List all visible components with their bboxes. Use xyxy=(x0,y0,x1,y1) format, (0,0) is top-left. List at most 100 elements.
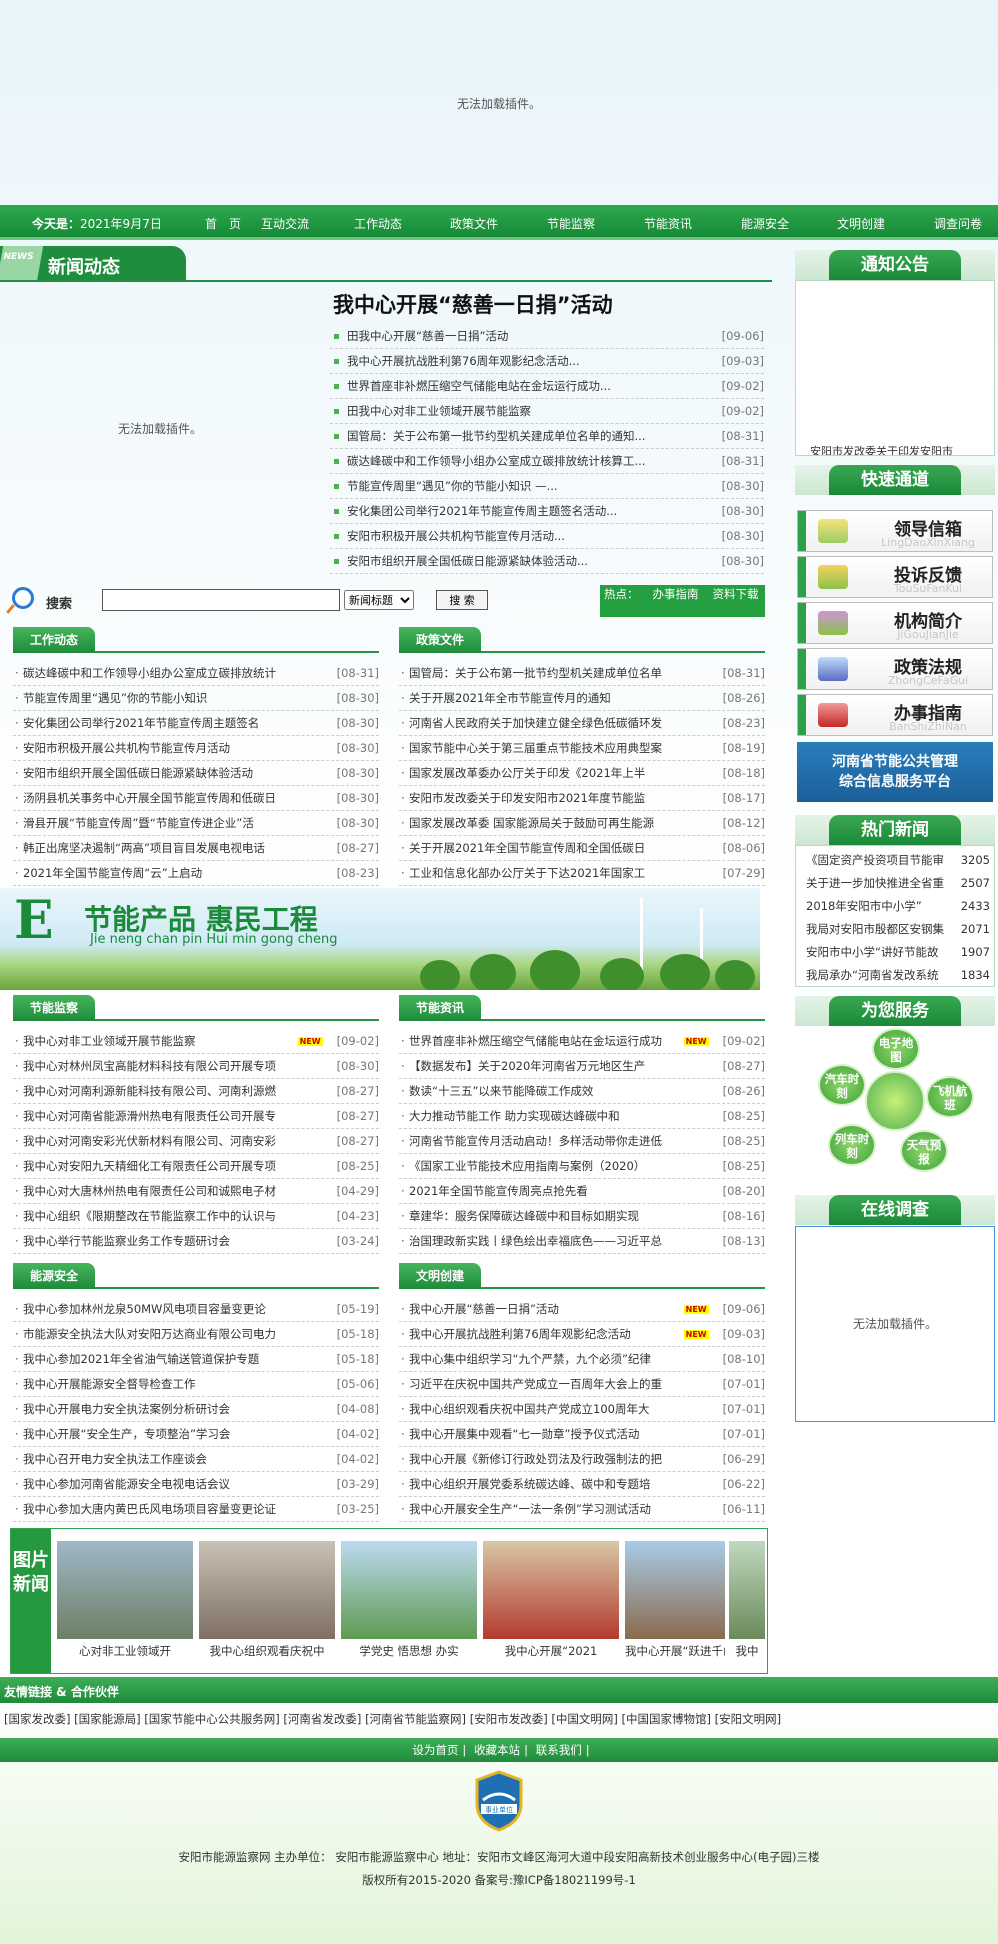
nav-civilization[interactable]: 文明创建 xyxy=(837,215,885,232)
nav-policy[interactable]: 政策文件 xyxy=(450,215,498,232)
list-item[interactable]: 碳达峰碳中和工作领导小组办公室成立碳排放统计核算工... [08-31] xyxy=(330,449,764,474)
list-item[interactable]: 田我中心对非工业领域开展节能监察 [09-02] xyxy=(330,399,764,424)
photo-caption[interactable]: 我中 xyxy=(729,1643,765,1659)
list-item[interactable]: 世界首座非补燃压缩空气储能电站在金坛运行成功... [09-02] xyxy=(330,374,764,399)
list-item[interactable]: · 数读“十三五”以来节能降碳工作成效 [08-26] xyxy=(399,1079,765,1104)
list-item[interactable]: · 河南省人民政府关于加快建立健全绿色低碳循环发 [08-23] xyxy=(399,711,765,736)
photo-caption[interactable]: 我中心组织观看庆祝中 xyxy=(199,1643,335,1659)
headline[interactable]: 我中心开展“慈善一日捐”活动 xyxy=(333,289,613,319)
list-item[interactable]: 我中心开展抗战胜利第76周年观影纪念活动... [09-03] xyxy=(330,349,764,374)
link-anyang-civilization[interactable]: [安阳文明网] xyxy=(715,1712,781,1726)
link-henan-inspection[interactable]: [河南省节能监察网] xyxy=(365,1712,466,1726)
list-item[interactable]: · 安阳市发改委关于印发安阳市2021年度节能监 [08-17] xyxy=(399,786,765,811)
list-item[interactable]: · 我中心举行节能监察业务工作专题研讨会 [03-24] xyxy=(13,1229,379,1254)
contact-link[interactable]: 联系我们 xyxy=(536,1738,582,1762)
institution-badge-icon[interactable]: 事业单位 xyxy=(473,1770,525,1832)
tab-inspection[interactable]: 节能监察 xyxy=(13,995,95,1021)
nav-home[interactable]: 首 页 xyxy=(205,215,241,232)
photo-thumb[interactable] xyxy=(729,1541,765,1639)
list-item[interactable]: · 我中心开展电力安全执法案例分析研讨会 [04-08] xyxy=(13,1397,379,1422)
list-item[interactable]: · 我中心对河南省能源滑州热电有限责任公司开展专 [08-27] xyxy=(13,1104,379,1129)
hot-news-item[interactable]: 关于进一步加快推进全省重 2507 xyxy=(796,871,994,894)
notice-item[interactable]: 安阳市发改委关于印发安阳市 xyxy=(810,443,980,455)
photo-caption[interactable]: 我中心开展“跃进千山 xyxy=(625,1643,725,1659)
list-item[interactable]: · 我中心组织观看庆祝中国共产党成立100周年大 [07-01] xyxy=(399,1397,765,1422)
org-intro-button[interactable]: 机构简介 JiGouJianJie xyxy=(797,602,993,644)
photo-caption[interactable]: 学党史 悟思想 办实 xyxy=(341,1643,477,1659)
list-item[interactable]: · 节能宣传周里“遇见”你的节能小知识 [08-30] xyxy=(13,686,379,711)
list-item[interactable]: 安阳市组织开展全国低碳日能源紧缺体验活动... [08-30] xyxy=(330,549,764,574)
link-museum[interactable]: [中国国家博物馆] xyxy=(621,1712,710,1726)
search-input[interactable] xyxy=(102,589,340,611)
tab-civilization[interactable]: 文明创建 xyxy=(399,1263,481,1289)
nav-inspection[interactable]: 节能监察 xyxy=(547,215,595,232)
photo-thumb[interactable] xyxy=(199,1541,335,1639)
list-item[interactable]: · 安化集团公司举行2021年节能宣传周主题签名 [08-30] xyxy=(13,711,379,736)
hot-news-item[interactable]: 《固定资产投资项目节能审 3205 xyxy=(796,848,994,871)
energy-product-banner[interactable]: E 节能产品 惠民工程 Jie neng chan pin Hui min go… xyxy=(0,888,760,990)
list-item[interactable]: · 我中心开展集中观看“七一勋章”授予仪式活动 [07-01] xyxy=(399,1422,765,1447)
hot-news-item[interactable]: 安阳市中小学“讲好节能故 1907 xyxy=(796,940,994,963)
link-energy-center[interactable]: [国家节能中心公共服务网] xyxy=(144,1712,279,1726)
list-item[interactable]: · 汤阴县机关事务中心开展全国节能宣传周和低碳日 [08-30] xyxy=(13,786,379,811)
link-nea[interactable]: [国家能源局] xyxy=(74,1712,140,1726)
tab-policy[interactable]: 政策文件 xyxy=(399,627,481,653)
leader-mailbox-button[interactable]: 领导信箱 LingDaoXinXiang xyxy=(797,510,993,552)
photo-thumb[interactable] xyxy=(483,1541,619,1639)
list-item[interactable]: · 我中心对河南安彩光伏新材料有限公司、河南安彩 [08-27] xyxy=(13,1129,379,1154)
service-guide-button[interactable]: 办事指南 BanShiZhiNan xyxy=(797,694,993,736)
nav-energy-info[interactable]: 节能资讯 xyxy=(644,215,692,232)
list-item[interactable]: · 章建华：服务保障碳达峰碳中和目标如期实现 [08-16] xyxy=(399,1204,765,1229)
link-henan-drc[interactable]: [河南省发改委] xyxy=(283,1712,361,1726)
service-weather[interactable]: 天气预报 xyxy=(900,1130,948,1172)
list-item[interactable]: 田我中心开展“慈善一日捐”活动 [09-06] xyxy=(330,324,764,349)
service-train[interactable]: 列车时刻 xyxy=(828,1124,876,1166)
list-item[interactable]: 安化集团公司举行2021年节能宣传周主题签名活动... [08-30] xyxy=(330,499,764,524)
hot-news-item[interactable]: 我局对安阳市殷都区安钢集 2071 xyxy=(796,917,994,940)
list-item[interactable]: · 我中心参加林州龙泉50MW风电项目容量变更论 [05-19] xyxy=(13,1297,379,1322)
list-item[interactable]: · 我中心对林州凤宝高能材料科技有限公司开展专项 [08-30] xyxy=(13,1054,379,1079)
list-item[interactable]: · 我中心对大唐林州热电有限责任公司和诚熙电子材 [04-29] xyxy=(13,1179,379,1204)
list-item[interactable]: · 我中心组织开展党委系统碳达峰、碳中和专题培 [06-22] xyxy=(399,1472,765,1497)
photo-thumb[interactable] xyxy=(625,1541,725,1639)
list-item[interactable]: · 安阳市积极开展公共机构节能宣传月活动 [08-30] xyxy=(13,736,379,761)
list-item[interactable]: · 【数据发布】关于2020年河南省万元地区生产 [08-27] xyxy=(399,1054,765,1079)
set-homepage-link[interactable]: 设为首页 xyxy=(412,1738,458,1762)
list-item[interactable]: · 我中心开展《新修订行政处罚法及行政强制法的把 [06-29] xyxy=(399,1447,765,1472)
hot-news-item[interactable]: 我局承办“河南省发改系统 1834 xyxy=(796,963,994,986)
list-item[interactable]: · 习近平在庆祝中国共产党成立一百周年大会上的重 [07-01] xyxy=(399,1372,765,1397)
list-item[interactable]: · 碳达峰碳中和工作领导小组办公室成立碳排放统计 [08-31] xyxy=(13,661,379,686)
policy-regulation-button[interactable]: 政策法规 ZhongCeFaGui xyxy=(797,648,993,690)
link-ndrc[interactable]: [国家发改委] xyxy=(4,1712,70,1726)
bookmark-link[interactable]: 收藏本站 xyxy=(474,1738,520,1762)
list-item[interactable]: 节能宣传周里“遇见”你的节能小知识 —... [08-30] xyxy=(330,474,764,499)
service-map[interactable]: 电子地图 xyxy=(872,1028,920,1070)
list-item[interactable]: · 关于开展2021年全市节能宣传月的通知 [08-26] xyxy=(399,686,765,711)
nav-survey[interactable]: 调查问卷 xyxy=(934,215,982,232)
photo-thumb[interactable] xyxy=(57,1541,193,1639)
list-item[interactable]: · 国家发展改革委办公厅关于印发《2021年上半 [08-18] xyxy=(399,761,765,786)
nav-work-news[interactable]: 工作动态 xyxy=(354,215,402,232)
list-item[interactable]: · 关于开展2021年全国节能宣传周和全国低碳日 [08-06] xyxy=(399,836,765,861)
list-item[interactable]: · 安阳市组织开展全国低碳日能源紧缺体验活动 [08-30] xyxy=(13,761,379,786)
tab-energy-info[interactable]: 节能资讯 xyxy=(399,995,481,1021)
list-item[interactable]: · 我中心召开电力安全执法工作座谈会 [04-02] xyxy=(13,1447,379,1472)
list-item[interactable]: 国管局：关于公布第一批节约型机关建成单位名单的通知... [08-31] xyxy=(330,424,764,449)
hot-link-download[interactable]: 资料下载 xyxy=(713,587,759,601)
list-item[interactable]: · 我中心参加河南省能源安全电视电话会议 [03-29] xyxy=(13,1472,379,1497)
hot-news-item[interactable]: 2018年安阳市中小学” 2433 xyxy=(796,894,994,917)
list-item[interactable]: · 2021年全国节能宣传周“云”上启动 [08-23] xyxy=(13,861,379,886)
service-bus[interactable]: 汽车时刻 xyxy=(818,1064,866,1106)
search-type-select[interactable]: 新闻标题 xyxy=(344,590,414,610)
list-item[interactable]: · 世界首座非补燃压缩空气储能电站在金坛运行成功 NEW [09-02] xyxy=(399,1029,765,1054)
tab-energy-safety[interactable]: 能源安全 xyxy=(13,1263,95,1289)
service-flight[interactable]: 飞机航班 xyxy=(926,1076,974,1118)
list-item[interactable]: · 市能源安全执法大队对安阳万达商业有限公司电力 [05-18] xyxy=(13,1322,379,1347)
list-item[interactable]: · 我中心参加大唐内黄巴氏风电场项目容量变更论证 [03-25] xyxy=(13,1497,379,1522)
nav-interaction[interactable]: 互动交流 xyxy=(261,215,309,232)
list-item[interactable]: · 我中心集中组织学习“九个严禁，九个必须”纪律 [08-10] xyxy=(399,1347,765,1372)
list-item[interactable]: · 我中心开展“慈善一日捐”活动 NEW [09-06] xyxy=(399,1297,765,1322)
list-item[interactable]: · 河南省节能宣传月活动启动！多样活动带你走进低 [08-25] xyxy=(399,1129,765,1154)
nav-energy-safety[interactable]: 能源安全 xyxy=(741,215,789,232)
list-item[interactable]: · 我中心开展安全生产“一法一条例”学习测试活动 [06-11] xyxy=(399,1497,765,1522)
